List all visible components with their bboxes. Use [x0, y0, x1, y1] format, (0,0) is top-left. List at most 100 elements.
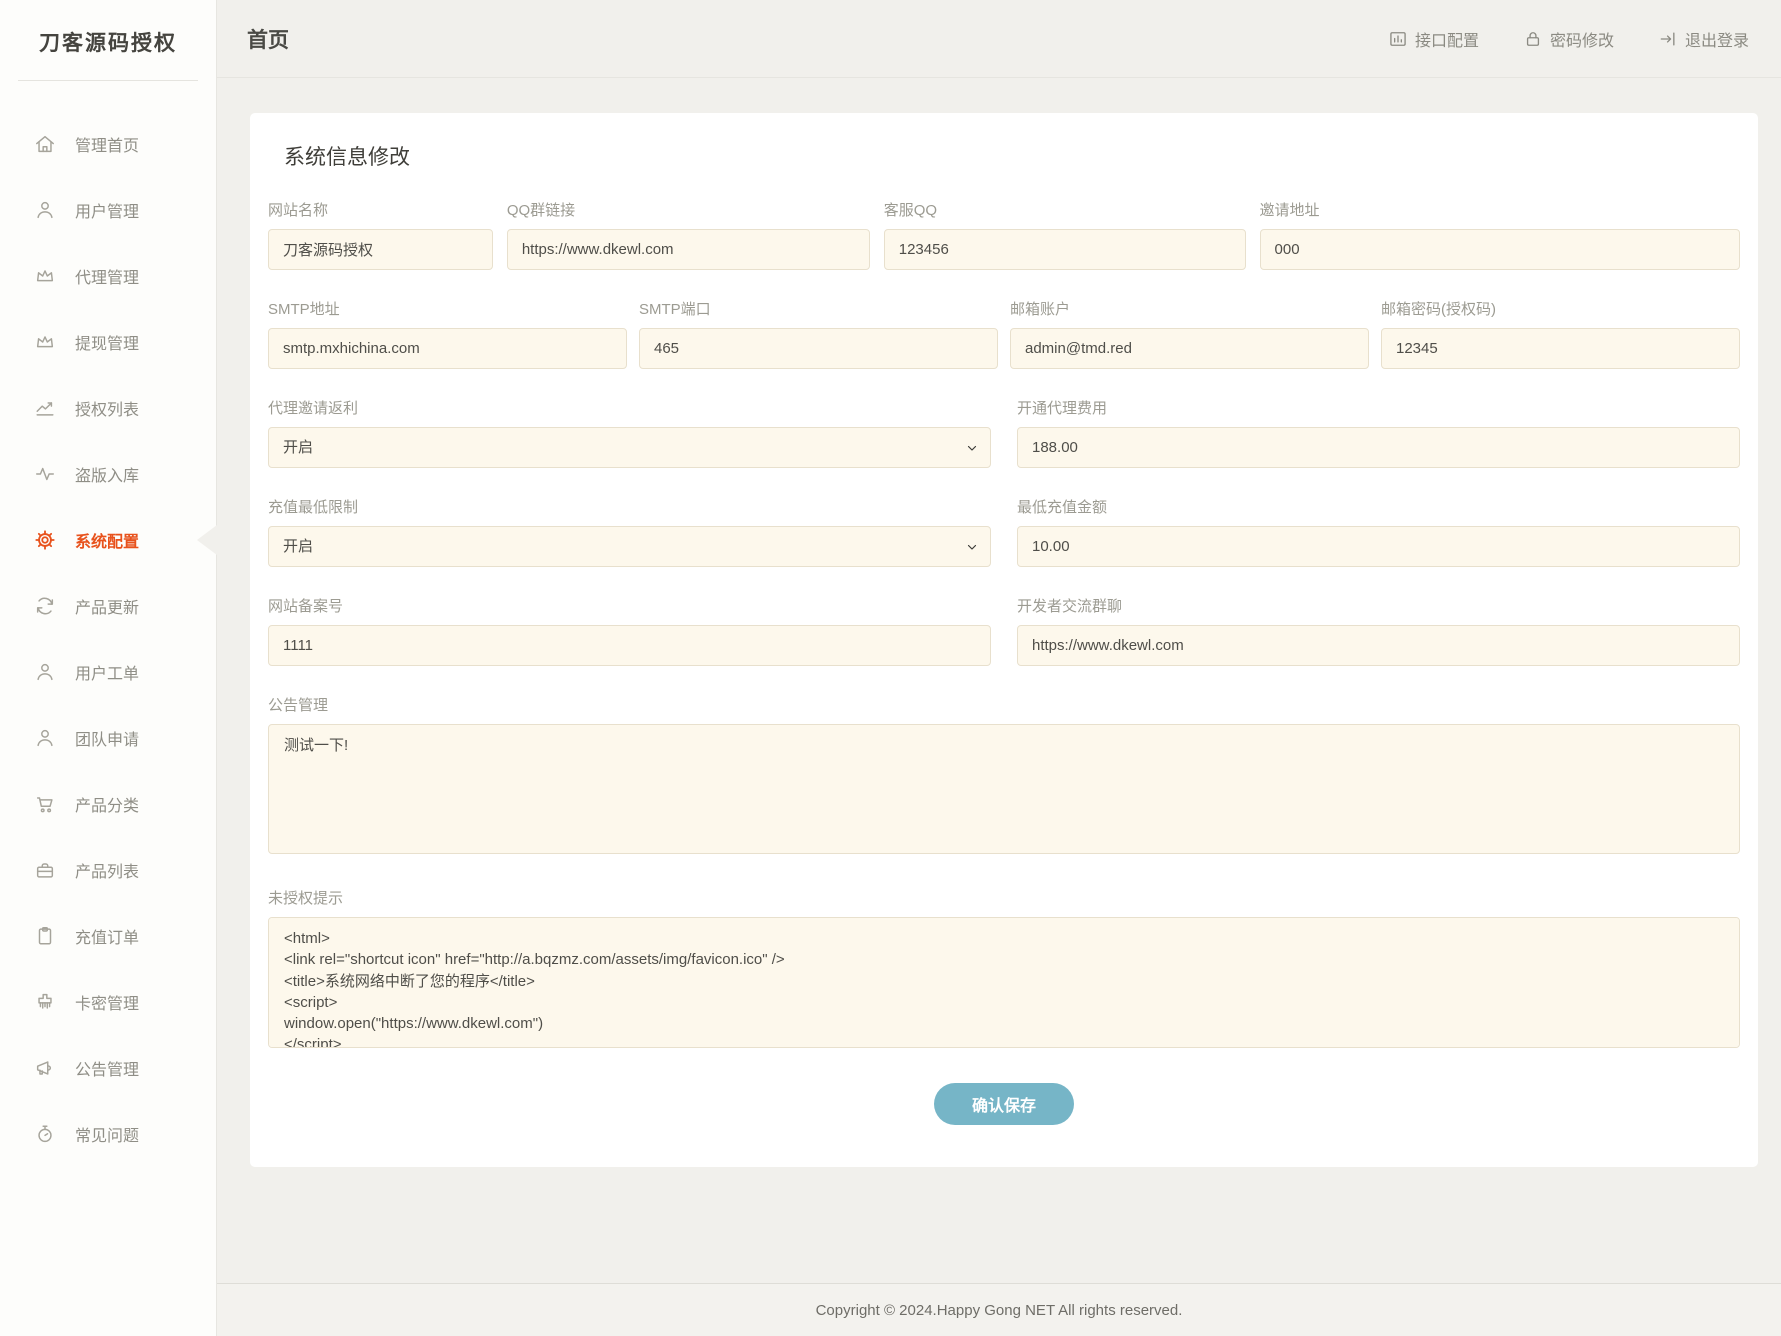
smtp-port-input[interactable] [639, 328, 998, 369]
sidebar-item-piracy[interactable]: 盗版入库 [0, 441, 216, 507]
sidebar-item-label: 系统配置 [75, 528, 139, 552]
sidebar-item-announcements[interactable]: 公告管理 [0, 1035, 216, 1101]
home-icon [34, 133, 56, 155]
main-area: 首页 接口配置 密码修改 退出登录 系统信息修改 [217, 0, 1781, 1336]
smtp-address-field: SMTP地址 [268, 298, 627, 369]
smtp-address-label: SMTP地址 [268, 298, 627, 319]
sidebar-item-label: 常见问题 [75, 1122, 139, 1146]
topbar-actions: 接口配置 密码修改 退出登录 [1388, 27, 1749, 51]
email-account-field: 邮箱账户 [1010, 298, 1369, 369]
logout-button[interactable]: 退出登录 [1658, 27, 1749, 51]
unauthorized-tip-textarea[interactable]: <html> <link rel="shortcut icon" href="h… [268, 917, 1740, 1048]
refresh-icon [34, 595, 56, 617]
briefcase-icon [34, 859, 56, 881]
brand-title: 刀客源码授权 [0, 0, 216, 80]
change-password-button[interactable]: 密码修改 [1523, 27, 1614, 51]
form-row-1: 网站名称 QQ群链接 客服QQ 邀请地址 [268, 199, 1740, 270]
sidebar-item-label: 产品列表 [75, 858, 139, 882]
dev-group-chat-input[interactable] [1017, 625, 1740, 666]
sidebar-item-card-keys[interactable]: 卡密管理 [0, 969, 216, 1035]
email-password-label: 邮箱密码(授权码) [1381, 298, 1740, 319]
sidebar-item-agents[interactable]: 代理管理 [0, 243, 216, 309]
site-name-input[interactable] [268, 229, 493, 270]
qq-group-link-field: QQ群链接 [507, 199, 870, 270]
content: 系统信息修改 网站名称 QQ群链接 客服QQ 邀请地 [217, 78, 1781, 1283]
recharge-min-limit-label: 充值最低限制 [268, 496, 991, 517]
sidebar-menu: 管理首页 用户管理 代理管理 提现管理 授权列表 盗版入库 [0, 111, 216, 1167]
gear-icon [34, 529, 56, 551]
user-icon [34, 661, 56, 683]
sidebar-item-label: 用户管理 [75, 198, 139, 222]
save-button[interactable]: 确认保存 [934, 1083, 1074, 1125]
sidebar-item-dashboard[interactable]: 管理首页 [0, 111, 216, 177]
sidebar-item-tickets[interactable]: 用户工单 [0, 639, 216, 705]
sidebar-item-faq[interactable]: 常见问题 [0, 1101, 216, 1167]
announcement-label: 公告管理 [268, 694, 1740, 715]
form-row-announcement: 公告管理 测试一下! [268, 694, 1740, 859]
pulse-icon [34, 463, 56, 485]
email-password-field: 邮箱密码(授权码) [1381, 298, 1740, 369]
sidebar-item-product-categories[interactable]: 产品分类 [0, 771, 216, 837]
recharge-min-amount-input[interactable] [1017, 526, 1740, 567]
sidebar: 刀客源码授权 管理首页 用户管理 代理管理 提现管理 授权列表 [0, 0, 217, 1336]
change-password-label: 密码修改 [1550, 27, 1614, 51]
sidebar-item-label: 代理管理 [75, 264, 139, 288]
sidebar-item-label: 提现管理 [75, 330, 139, 354]
sidebar-item-label: 公告管理 [75, 1056, 139, 1080]
form-row-unauthorized: 未授权提示 <html> <link rel="shortcut icon" h… [268, 887, 1740, 1053]
api-config-button[interactable]: 接口配置 [1388, 27, 1479, 51]
topbar: 首页 接口配置 密码修改 退出登录 [217, 0, 1781, 78]
sidebar-item-label: 授权列表 [75, 396, 139, 420]
api-config-label: 接口配置 [1415, 27, 1479, 51]
sidebar-item-product-list[interactable]: 产品列表 [0, 837, 216, 903]
email-account-input[interactable] [1010, 328, 1369, 369]
agent-invite-rebate-select[interactable]: 开启 [268, 427, 991, 468]
copyright-text: Copyright © 2024.Happy Gong NET All righ… [816, 1302, 1183, 1319]
logout-icon [1658, 29, 1678, 49]
service-qq-field: 客服QQ [884, 199, 1246, 270]
invite-address-label: 邀请地址 [1260, 199, 1740, 220]
agent-invite-rebate-field: 代理邀请返利 开启 [268, 397, 991, 468]
dev-group-chat-field: 开发者交流群聊 [1017, 595, 1740, 666]
announcement-textarea[interactable]: 测试一下! [268, 724, 1740, 854]
sidebar-item-licenses[interactable]: 授权列表 [0, 375, 216, 441]
user-icon [34, 199, 56, 221]
sidebar-item-withdrawals[interactable]: 提现管理 [0, 309, 216, 375]
invite-address-input[interactable] [1260, 229, 1740, 270]
stopwatch-icon [34, 1123, 56, 1145]
sidebar-item-system-config[interactable]: 系统配置 [0, 507, 216, 573]
recharge-min-limit-select[interactable]: 开启 [268, 526, 991, 567]
sidebar-item-label: 卡密管理 [75, 990, 139, 1014]
qq-group-link-input[interactable] [507, 229, 870, 270]
crown-icon [34, 331, 56, 353]
smtp-port-field: SMTP端口 [639, 298, 998, 369]
button-row: 确认保存 [268, 1083, 1740, 1125]
agent-open-fee-field: 开通代理费用 [1017, 397, 1740, 468]
recharge-min-amount-field: 最低充值金额 [1017, 496, 1740, 567]
logout-label: 退出登录 [1685, 27, 1749, 51]
icp-number-label: 网站备案号 [268, 595, 991, 616]
service-qq-input[interactable] [884, 229, 1246, 270]
system-info-card: 系统信息修改 网站名称 QQ群链接 客服QQ 邀请地 [250, 113, 1758, 1167]
smtp-address-input[interactable] [268, 328, 627, 369]
page-title: 首页 [247, 24, 289, 54]
footer: Copyright © 2024.Happy Gong NET All righ… [217, 1283, 1781, 1336]
active-item-notch [197, 525, 217, 555]
form-row-5: 网站备案号 开发者交流群聊 [268, 595, 1740, 666]
agent-open-fee-input[interactable] [1017, 427, 1740, 468]
form-row-4: 充值最低限制 开启 最低充值金额 [268, 496, 1740, 567]
unauthorized-tip-label: 未授权提示 [268, 887, 1740, 908]
sidebar-item-team-apply[interactable]: 团队申请 [0, 705, 216, 771]
icp-number-input[interactable] [268, 625, 991, 666]
sidebar-item-recharge-orders[interactable]: 充值订单 [0, 903, 216, 969]
email-password-input[interactable] [1381, 328, 1740, 369]
sidebar-item-label: 团队申请 [75, 726, 139, 750]
announcement-field: 公告管理 测试一下! [268, 694, 1740, 859]
sidebar-item-product-updates[interactable]: 产品更新 [0, 573, 216, 639]
invite-address-field: 邀请地址 [1260, 199, 1740, 270]
sidebar-item-label: 产品更新 [75, 594, 139, 618]
sidebar-item-label: 充值订单 [75, 924, 139, 948]
form-row-2: SMTP地址 SMTP端口 邮箱账户 邮箱密码(授权码) [268, 298, 1740, 369]
brand-divider [18, 80, 198, 81]
sidebar-item-users[interactable]: 用户管理 [0, 177, 216, 243]
